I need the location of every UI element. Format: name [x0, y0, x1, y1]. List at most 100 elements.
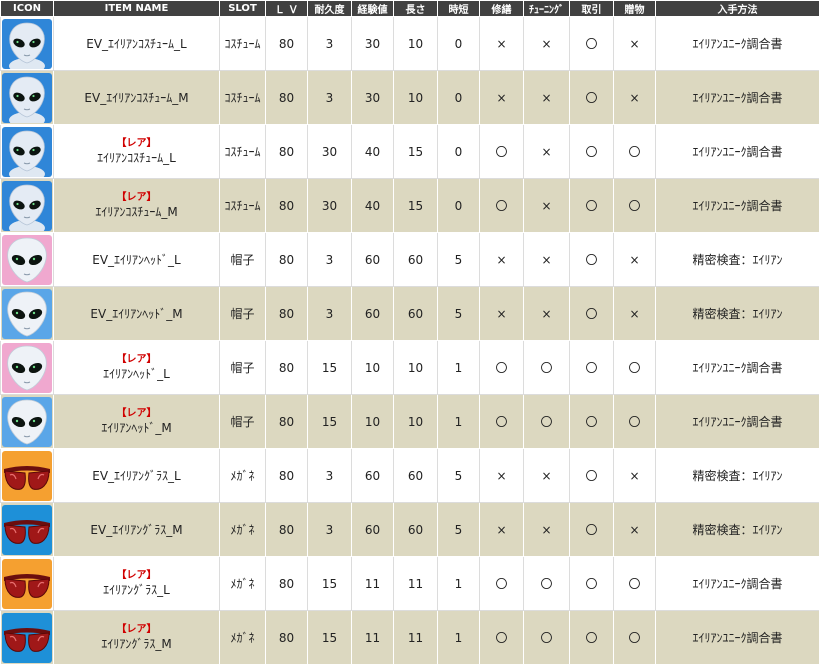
tuning-cell: 〇: [524, 395, 570, 449]
icon-cell: [1, 179, 54, 233]
length-cell: 10: [394, 71, 438, 125]
rare-label: 【レア】: [54, 191, 219, 204]
table-row[interactable]: EV_ｴｲﾘｱﾝﾍｯﾄﾞ_L帽子80360605××〇×精密検査：ｴｲﾘｱﾝ: [1, 233, 819, 287]
source-cell: 精密検査：ｴｲﾘｱﾝ: [656, 233, 819, 287]
gift-cell: 〇: [614, 611, 656, 665]
exp-cell: 10: [352, 341, 394, 395]
col-source-header[interactable]: 入手方法: [656, 1, 819, 17]
lv-cell: 80: [266, 233, 308, 287]
table-row[interactable]: 【レア】ｴｲﾘｱﾝｸﾞﾗｽ_Mﾒｶﾞﾈ801511111〇〇〇〇ｴｲﾘｱﾝﾕﾆｰ…: [1, 611, 819, 665]
jitan-cell: 1: [438, 395, 480, 449]
item-name-cell: EV_ｴｲﾘｱﾝｺｽﾁｭｰﾑ_L: [54, 17, 220, 71]
gift-cell: ×: [614, 17, 656, 71]
gift-cell: 〇: [614, 341, 656, 395]
icon-cell: [1, 449, 54, 503]
col-jitan-header[interactable]: 時短: [438, 1, 480, 17]
jitan-cell: 5: [438, 233, 480, 287]
trade-cell: 〇: [570, 503, 614, 557]
item-name: EV_ｴｲﾘｱﾝﾍｯﾄﾞ_L: [54, 252, 219, 268]
alien-costume-icon: [2, 73, 52, 123]
table-row[interactable]: 【レア】ｴｲﾘｱﾝｺｽﾁｭｰﾑ_Lｺｽﾁｭｰﾑ803040150〇×〇〇ｴｲﾘｱ…: [1, 125, 819, 179]
trade-cell: 〇: [570, 395, 614, 449]
table-row[interactable]: EV_ｴｲﾘｱﾝｺｽﾁｭｰﾑ_Lｺｽﾁｭｰﾑ80330100××〇×ｴｲﾘｱﾝﾕ…: [1, 17, 819, 71]
tuning-cell: ×: [524, 233, 570, 287]
table-row[interactable]: EV_ｴｲﾘｱﾝｸﾞﾗｽ_Lﾒｶﾞﾈ80360605××〇×精密検査：ｴｲﾘｱﾝ: [1, 449, 819, 503]
durability-cell: 30: [308, 125, 352, 179]
exp-cell: 30: [352, 71, 394, 125]
lv-cell: 80: [266, 71, 308, 125]
alien-costume-icon: [2, 127, 52, 177]
col-slot-header[interactable]: SLOT: [220, 1, 266, 17]
durability-cell: 3: [308, 17, 352, 71]
item-name: EV_ｴｲﾘｱﾝﾍｯﾄﾞ_M: [54, 306, 219, 322]
col-trade-header[interactable]: 取引: [570, 1, 614, 17]
source-cell: 精密検査：ｴｲﾘｱﾝ: [656, 503, 819, 557]
col-gift-header[interactable]: 贈物: [614, 1, 656, 17]
durability-cell: 3: [308, 503, 352, 557]
table-row[interactable]: 【レア】ｴｲﾘｱﾝﾍｯﾄﾞ_M帽子801510101〇〇〇〇ｴｲﾘｱﾝﾕﾆｰｸ調…: [1, 395, 819, 449]
durability-cell: 30: [308, 179, 352, 233]
icon-cell: [1, 341, 54, 395]
source-cell: ｴｲﾘｱﾝﾕﾆｰｸ調合書: [656, 341, 819, 395]
table-row[interactable]: EV_ｴｲﾘｱﾝｺｽﾁｭｰﾑ_Mｺｽﾁｭｰﾑ80330100××〇×ｴｲﾘｱﾝﾕ…: [1, 71, 819, 125]
tuning-cell: ×: [524, 71, 570, 125]
jitan-cell: 0: [438, 179, 480, 233]
col-item-name-header[interactable]: ITEM NAME: [54, 1, 220, 17]
col-tuning-header[interactable]: ﾁｭｰﾆﾝｸﾞ: [524, 1, 570, 17]
col-durability-header[interactable]: 耐久度: [308, 1, 352, 17]
col-lv-header[interactable]: Ｌ Ｖ: [266, 1, 308, 17]
table-row[interactable]: 【レア】ｴｲﾘｱﾝｸﾞﾗｽ_Lﾒｶﾞﾈ801511111〇〇〇〇ｴｲﾘｱﾝﾕﾆｰ…: [1, 557, 819, 611]
rare-label: 【レア】: [54, 569, 219, 582]
alien-costume-icon: [2, 181, 52, 231]
rare-label: 【レア】: [54, 623, 219, 636]
gift-cell: 〇: [614, 557, 656, 611]
table-row[interactable]: EV_ｴｲﾘｱﾝﾍｯﾄﾞ_M帽子80360605××〇×精密検査：ｴｲﾘｱﾝ: [1, 287, 819, 341]
gift-cell: ×: [614, 287, 656, 341]
gift-cell: 〇: [614, 179, 656, 233]
col-repair-header[interactable]: 修繕: [480, 1, 524, 17]
table-row[interactable]: 【レア】ｴｲﾘｱﾝﾍｯﾄﾞ_L帽子801510101〇〇〇〇ｴｲﾘｱﾝﾕﾆｰｸ調…: [1, 341, 819, 395]
table-body: EV_ｴｲﾘｱﾝｺｽﾁｭｰﾑ_Lｺｽﾁｭｰﾑ80330100××〇×ｴｲﾘｱﾝﾕ…: [1, 17, 819, 665]
col-length-header[interactable]: 長さ: [394, 1, 438, 17]
item-name-cell: 【レア】ｴｲﾘｱﾝｸﾞﾗｽ_M: [54, 611, 220, 665]
alien-head-icon: [2, 289, 52, 339]
durability-cell: 15: [308, 395, 352, 449]
item-name: ｴｲﾘｱﾝｸﾞﾗｽ_M: [54, 636, 219, 652]
item-name: ｴｲﾘｱﾝﾍｯﾄﾞ_M: [54, 420, 219, 436]
length-cell: 15: [394, 125, 438, 179]
col-exp-header[interactable]: 経験値: [352, 1, 394, 17]
repair-cell: 〇: [480, 125, 524, 179]
rare-label: 【レア】: [54, 137, 219, 150]
jitan-cell: 0: [438, 17, 480, 71]
repair-cell: 〇: [480, 395, 524, 449]
repair-cell: ×: [480, 17, 524, 71]
slot-cell: ﾒｶﾞﾈ: [220, 503, 266, 557]
tuning-cell: ×: [524, 503, 570, 557]
icon-cell: [1, 17, 54, 71]
sunglasses-icon: [2, 505, 52, 555]
tuning-cell: ×: [524, 287, 570, 341]
gift-cell: ×: [614, 503, 656, 557]
source-cell: ｴｲﾘｱﾝﾕﾆｰｸ調合書: [656, 557, 819, 611]
rare-label: 【レア】: [54, 353, 219, 366]
icon-cell: [1, 557, 54, 611]
table-row[interactable]: 【レア】ｴｲﾘｱﾝｺｽﾁｭｰﾑ_Mｺｽﾁｭｰﾑ803040150〇×〇〇ｴｲﾘｱ…: [1, 179, 819, 233]
alien-head-icon: [2, 397, 52, 447]
jitan-cell: 0: [438, 125, 480, 179]
source-cell: ｴｲﾘｱﾝﾕﾆｰｸ調合書: [656, 395, 819, 449]
col-icon-header[interactable]: ICON: [1, 1, 54, 17]
item-name-cell: EV_ｴｲﾘｱﾝｸﾞﾗｽ_M: [54, 503, 220, 557]
item-name: EV_ｴｲﾘｱﾝｸﾞﾗｽ_M: [54, 522, 219, 538]
table-row[interactable]: EV_ｴｲﾘｱﾝｸﾞﾗｽ_Mﾒｶﾞﾈ80360605××〇×精密検査：ｴｲﾘｱﾝ: [1, 503, 819, 557]
lv-cell: 80: [266, 287, 308, 341]
source-cell: ｴｲﾘｱﾝﾕﾆｰｸ調合書: [656, 179, 819, 233]
slot-cell: ﾒｶﾞﾈ: [220, 611, 266, 665]
alien-head-icon: [2, 343, 52, 393]
exp-cell: 10: [352, 395, 394, 449]
slot-cell: ｺｽﾁｭｰﾑ: [220, 179, 266, 233]
length-cell: 10: [394, 341, 438, 395]
source-cell: ｴｲﾘｱﾝﾕﾆｰｸ調合書: [656, 125, 819, 179]
tuning-cell: ×: [524, 449, 570, 503]
trade-cell: 〇: [570, 179, 614, 233]
source-cell: ｴｲﾘｱﾝﾕﾆｰｸ調合書: [656, 71, 819, 125]
